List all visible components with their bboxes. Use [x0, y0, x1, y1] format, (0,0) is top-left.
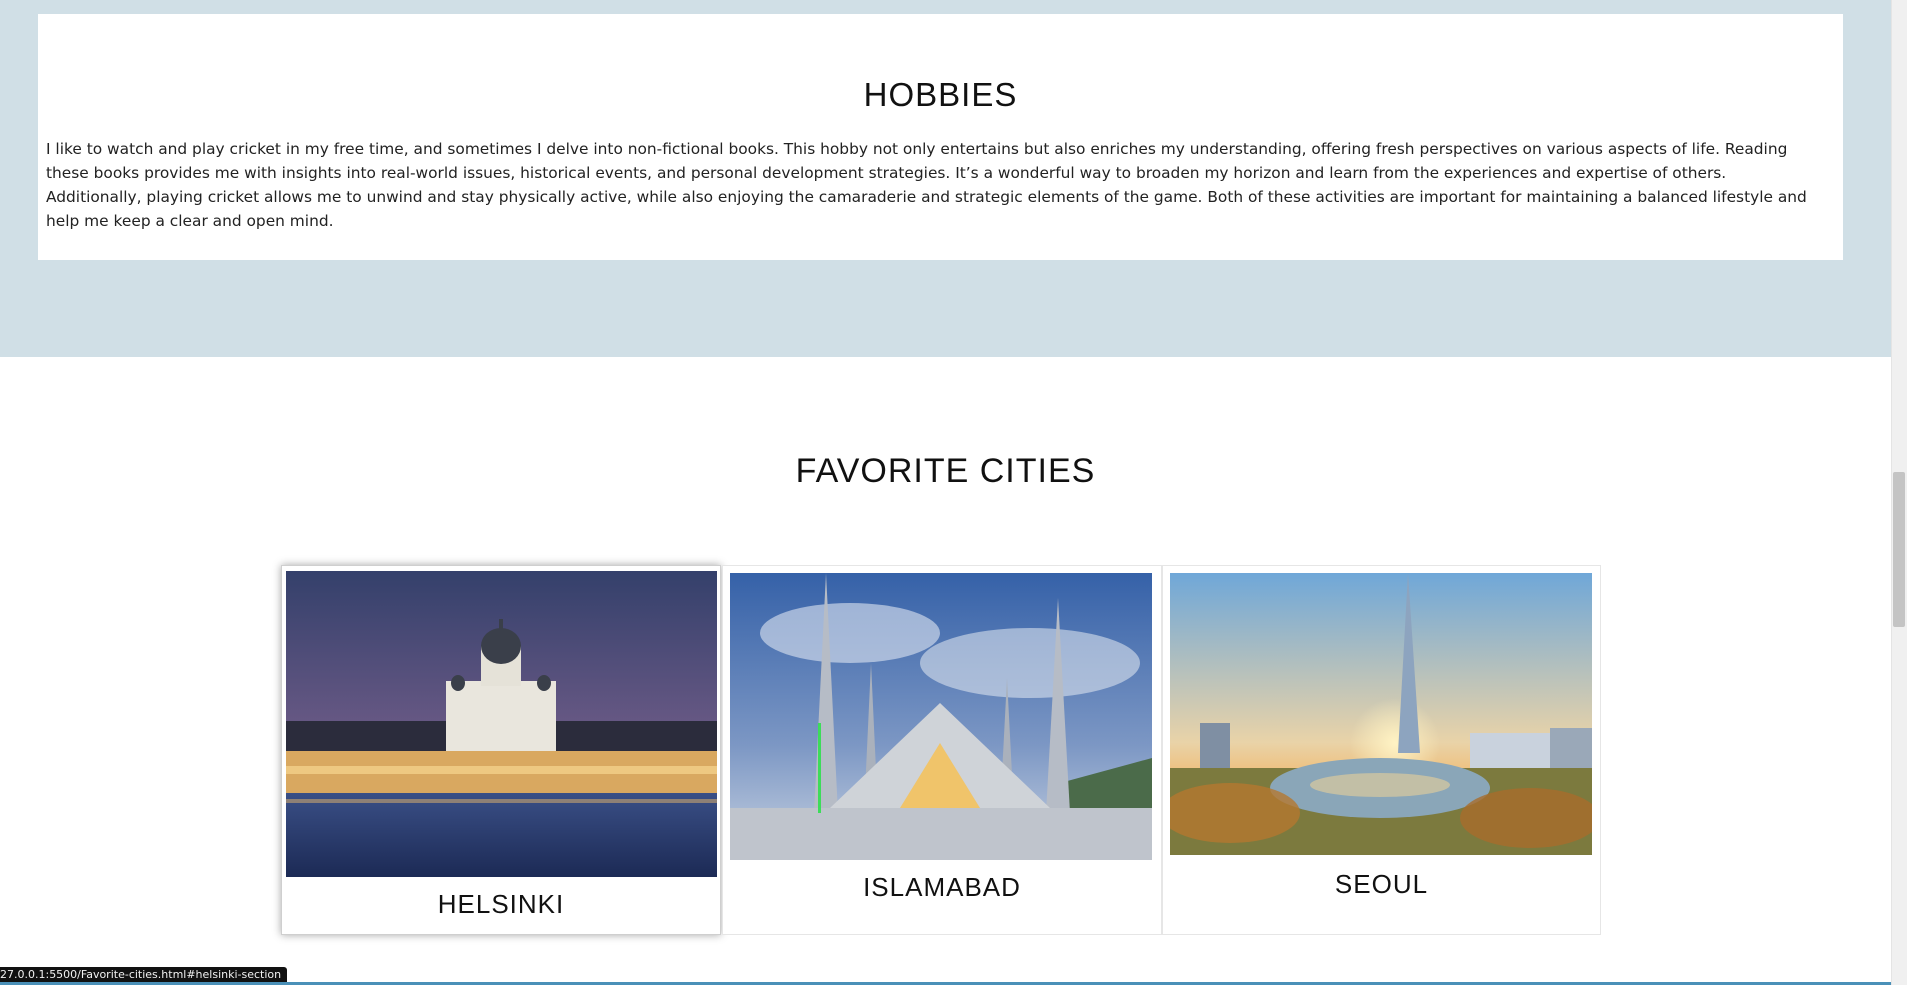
hobbies-title: HOBBIES	[863, 76, 1018, 113]
hobbies-text: I like to watch and play cricket in my f…	[46, 140, 1807, 230]
city-name-islamabad: ISLAMABAD	[863, 872, 1021, 902]
city-card-helsinki[interactable]: HELSINKI	[281, 565, 721, 935]
city-card-islamabad[interactable]: ISLAMABAD	[722, 565, 1162, 935]
scrollbar-thumb[interactable]	[1893, 472, 1905, 627]
city-card-seoul[interactable]: SEOUL	[1162, 565, 1601, 935]
city-name-seoul: SEOUL	[1334, 869, 1429, 899]
seoul-photo	[1170, 573, 1592, 855]
city-name-helsinki: HELSINKI	[437, 889, 565, 919]
hobbies-card: HOBBIES I like to watch and play cricket…	[38, 14, 1843, 260]
favorite-cities-title: FAVORITE CITIES	[795, 452, 1096, 490]
vertical-scrollbar[interactable]	[1891, 0, 1907, 985]
helsinki-photo	[286, 571, 717, 877]
islamabad-photo	[730, 573, 1152, 860]
hobbies-section: HOBBIES I like to watch and play cricket…	[0, 0, 1891, 357]
